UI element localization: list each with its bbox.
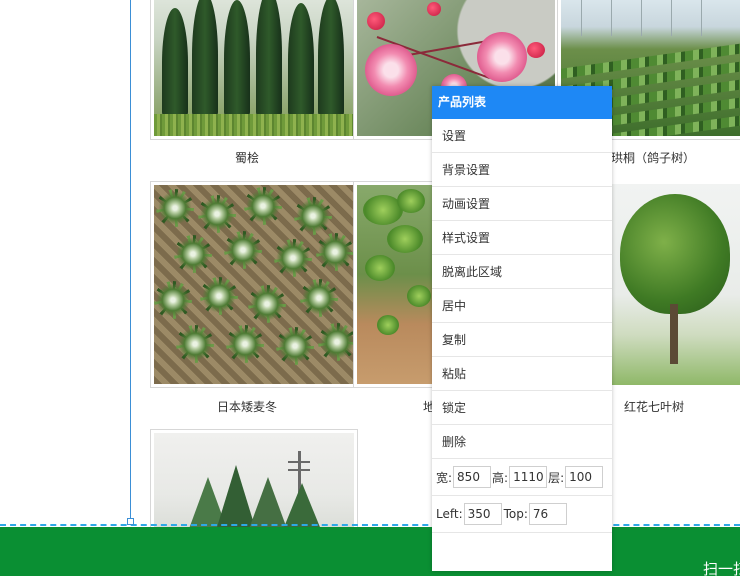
product-image xyxy=(154,0,353,136)
product-image xyxy=(154,433,354,535)
product-name[interactable]: 蜀桧 xyxy=(144,149,350,166)
menu-item-background-settings[interactable]: 背景设置 xyxy=(432,153,612,187)
menu-item-delete[interactable]: 删除 xyxy=(432,425,612,459)
height-label: 高: xyxy=(492,470,509,485)
product-card-mondo-grass[interactable] xyxy=(150,181,357,388)
left-input[interactable] xyxy=(463,503,502,525)
footer-bar: 扫一扫 xyxy=(0,527,740,578)
layer-label: 层: xyxy=(548,470,565,485)
menu-item-style-settings[interactable]: 样式设置 xyxy=(432,221,612,255)
menu-item-center[interactable]: 居中 xyxy=(432,289,612,323)
menu-item-paste[interactable]: 粘贴 xyxy=(432,357,612,391)
product-name[interactable]: 日本矮麦冬 xyxy=(144,398,350,415)
top-input[interactable] xyxy=(528,503,567,525)
top-label: Top: xyxy=(503,507,528,521)
product-card-cypress[interactable] xyxy=(150,0,357,140)
left-label: Left: xyxy=(436,507,463,521)
layout-guide-vertical xyxy=(130,0,131,525)
resize-handle[interactable] xyxy=(127,518,134,525)
width-input[interactable] xyxy=(453,466,492,488)
menu-item-detach-area[interactable]: 脱离此区域 xyxy=(432,255,612,289)
width-label: 宽: xyxy=(436,470,453,485)
height-input[interactable] xyxy=(509,466,548,488)
menu-item-animation-settings[interactable]: 动画设置 xyxy=(432,187,612,221)
position-row: Left: Top: xyxy=(432,496,612,533)
menu-item-lock[interactable]: 锁定 xyxy=(432,391,612,425)
menu-item-copy[interactable]: 复制 xyxy=(432,323,612,357)
context-menu: 产品列表 设置 背景设置 动画设置 样式设置 脱离此区域 居中 复制 粘贴 锁定… xyxy=(432,86,612,571)
size-layer-row: 宽: 高: 层: xyxy=(432,459,612,496)
layout-guide-horizontal xyxy=(0,524,740,526)
menu-item-settings[interactable]: 设置 xyxy=(432,119,612,153)
layer-input[interactable] xyxy=(565,466,604,488)
product-card-pine[interactable] xyxy=(150,429,358,539)
product-image xyxy=(154,185,353,384)
context-menu-title: 产品列表 xyxy=(432,86,612,119)
